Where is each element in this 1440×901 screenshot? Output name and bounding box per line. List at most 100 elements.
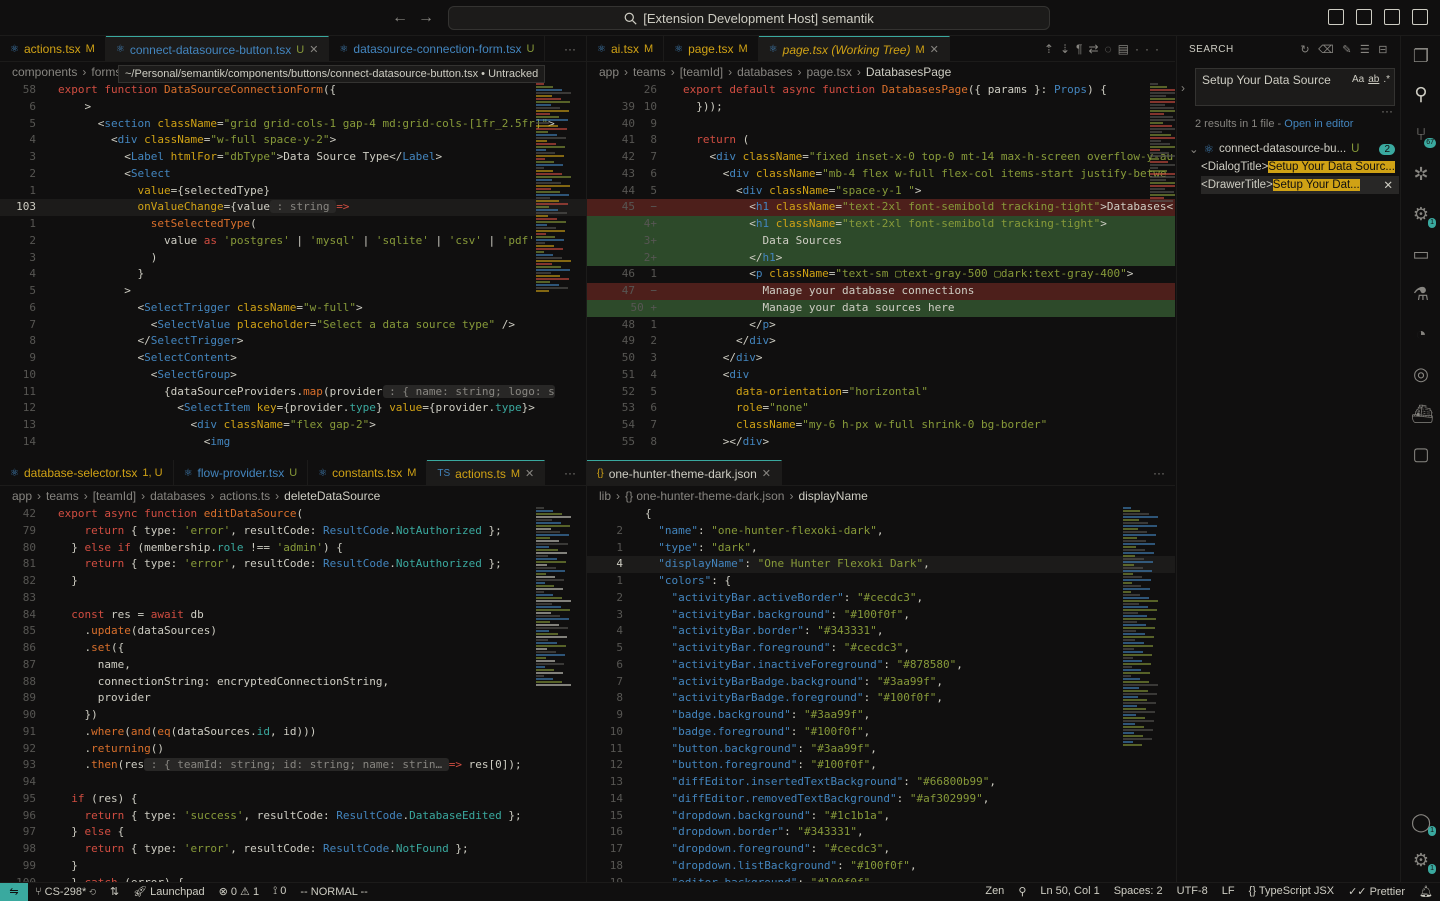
end-of-line[interactable]: LF [1215, 885, 1242, 898]
customize-layout-icon[interactable] [1412, 9, 1428, 25]
tab-constants[interactable]: ⚛ constants.tsx M [308, 460, 428, 485]
settings-gear-icon[interactable]: ⚙ 1 [1411, 850, 1436, 874]
code-line[interactable]: 14 "diffEditor.removedTextBackground": "… [587, 791, 1175, 808]
tab-datasource-connection-form[interactable]: ⚛ datasource-connection-form.tsx U [329, 36, 546, 61]
explorer-icon[interactable]: ❐ [1411, 46, 1431, 66]
breadcrumb-item[interactable]: forms [91, 65, 121, 79]
collapse-all-icon[interactable]: ⊟ [1378, 43, 1388, 56]
view-as-tree-icon[interactable]: ☰ [1360, 43, 1370, 56]
back-arrow-icon[interactable]: ← [390, 8, 410, 28]
code-line[interactable]: 19 "editor.background": "#100f0f", [587, 875, 1175, 883]
code-line[interactable]: 10 "badge.foreground": "#100f0f", [587, 724, 1175, 741]
command-center-search[interactable]: [Extension Development Host] semantik [448, 6, 1050, 30]
tab-actions-ts[interactable]: TS actions.ts M ✕ [427, 460, 546, 485]
new-search-editor-icon[interactable]: ✎ [1342, 43, 1352, 56]
code-line[interactable]: 40 9 [587, 116, 1175, 133]
comments-icon[interactable]: ▢ [1411, 444, 1431, 464]
diff-added-line[interactable]: 50 + Manage your data sources here [587, 299, 1175, 317]
remote-indicator-icon[interactable]: ⇋ [0, 882, 28, 901]
code-line[interactable]: 8 </SelectTrigger> [0, 333, 586, 350]
code-line[interactable]: 11 "button.background": "#3aa99f", [587, 741, 1175, 758]
code-line[interactable]: 3 "activityBar.background": "#100f0f", [587, 607, 1175, 624]
code-line[interactable]: 4 <div className="w-full space-y-2"> [0, 132, 586, 149]
code-line[interactable]: { [587, 506, 1175, 523]
close-icon[interactable]: ✕ [525, 467, 534, 480]
code-editor[interactable]: 42 export async function editDataSource(7… [0, 506, 586, 882]
tab-page-tsx-working-tree[interactable]: ⚛ page.tsx (Working Tree) M ✕ [758, 36, 950, 61]
minimap[interactable] [1123, 506, 1161, 882]
launchpad-button[interactable]: 🚀︎ Launchpad [126, 885, 211, 898]
breadcrumb-item[interactable]: databases [150, 489, 205, 503]
prettier-status[interactable]: ✓✓ Prettier [1341, 885, 1412, 898]
code-line[interactable]: 1 value={selectedType} [0, 183, 586, 200]
code-line[interactable]: 46 1 <p className="text-sm ▢text-gray-500… [587, 266, 1175, 283]
code-line[interactable]: 4 } [0, 266, 586, 283]
code-line[interactable]: 4 "activityBar.border": "#343331", [587, 623, 1175, 640]
code-line[interactable]: 81 return { type: 'error', resultCode: R… [0, 556, 586, 573]
forward-arrow-icon[interactable]: → [416, 8, 436, 28]
breadcrumb-item[interactable]: app [599, 65, 619, 79]
code-line[interactable]: 85 .update(dataSources) [0, 623, 586, 640]
code-line[interactable]: 1 "colors": { [587, 573, 1175, 590]
code-line[interactable]: 16 "dropdown.border": "#343331", [587, 824, 1175, 841]
encoding[interactable]: UTF-8 [1170, 885, 1215, 898]
code-line[interactable]: 9 <SelectContent> [0, 350, 586, 367]
breadcrumb-item[interactable]: lib [599, 489, 611, 503]
code-line[interactable]: 6 <SelectTrigger className="w-full"> [0, 300, 586, 317]
zoom-icon[interactable]: ⚲ [1011, 885, 1033, 898]
toggle-replace-chevron-icon[interactable]: › [1181, 81, 1185, 95]
code-line[interactable]: 51 4 <div [587, 367, 1175, 384]
code-editor[interactable]: {2 "name": "one-hunter-flexoki-dark", 1 "… [587, 506, 1175, 882]
search-input[interactable]: Setup Your Data Source Aa ab .* [1195, 68, 1395, 106]
more-actions-icon[interactable]: ··· [554, 460, 586, 485]
open-in-editor-link[interactable]: Open in editor [1284, 118, 1353, 130]
breadcrumb-item[interactable]: {} one-hunter-theme-dark.json [625, 489, 784, 503]
code-line[interactable]: 49 2 </div> [587, 333, 1175, 350]
code-editor[interactable]: 58 export function DataSourceConnectionFo… [0, 82, 586, 457]
breadcrumb-item[interactable]: displayName [798, 489, 867, 503]
match-whole-word-icon[interactable]: ab [1368, 72, 1379, 87]
diff-overview-ruler[interactable] [1150, 82, 1175, 457]
diff-removed-line[interactable]: 47− Manage your database connections [587, 283, 1175, 300]
minimap[interactable] [536, 82, 574, 457]
code-line[interactable]: 13 "diffEditor.insertedTextBackground": … [587, 774, 1175, 791]
code-line[interactable]: 12 "button.foreground": "#100f0f", [587, 757, 1175, 774]
code-line[interactable]: 89 provider [0, 690, 586, 707]
debug-icon[interactable]: ✲ [1411, 164, 1431, 184]
code-line[interactable]: 94 [0, 774, 586, 791]
code-line[interactable]: 18 "dropdown.listBackground": "#100f0f", [587, 858, 1175, 875]
code-line[interactable]: 83 [0, 590, 586, 607]
close-icon[interactable]: ✕ [930, 43, 939, 56]
code-line[interactable]: 5 "activityBar.foreground": "#cecdc3", [587, 640, 1175, 657]
code-line[interactable]: 3 <Label htmlFor="dbType">Data Source Ty… [0, 149, 586, 166]
code-line[interactable]: 103 onValueChange={value : string => [0, 199, 586, 216]
toggle-secondary-sidebar-icon[interactable] [1384, 9, 1400, 25]
language-mode[interactable]: {} TypeScript JSX [1242, 885, 1341, 898]
cursor-position[interactable]: Ln 50, Col 1 [1033, 885, 1106, 898]
tab-ai-tsx[interactable]: ⚛ ai.tsx M [587, 36, 665, 61]
code-line[interactable]: 100 } catch (error) { [0, 875, 586, 883]
diff-removed-line[interactable]: 45− <h1 className="text-2xl font-semibol… [587, 199, 1175, 216]
dismiss-result-icon[interactable]: ✕ [1383, 178, 1399, 192]
code-line[interactable]: 54 7 className="my-6 h-px w-full shrink-0… [587, 417, 1175, 434]
tab-actions-tsx[interactable]: ⚛ actions.tsx M [0, 36, 106, 61]
breadcrumb-item[interactable]: page.tsx [806, 65, 851, 79]
branch-indicator[interactable]: ⑂ CS-298* ⟲ [28, 886, 103, 898]
ports-indicator[interactable]: ⟟ 0 [266, 885, 293, 898]
diff-added-line[interactable]: 2+ </h1> [587, 249, 1175, 267]
code-line[interactable]: 91 .where(and(eq(dataSources.id, id))) [0, 724, 586, 741]
code-line[interactable]: 58 export function DataSourceConnectionFo… [0, 82, 586, 99]
code-line[interactable]: 43 6 <div className="mb-4 flex w-full fle… [587, 166, 1175, 183]
code-line[interactable]: 6 "activityBar.inactiveForeground": "#87… [587, 657, 1175, 674]
code-line[interactable]: 2 "activityBar.activeBorder": "#cecdc3", [587, 590, 1175, 607]
extensions-icon[interactable]: ⚙ 1 [1411, 204, 1436, 228]
code-line[interactable]: 2 value as 'postgres' | 'mysql' | 'sqlit… [0, 233, 586, 250]
clear-results-icon[interactable]: ⌫ [1318, 43, 1334, 56]
code-line[interactable]: 11 {dataSourceProviders.map(provider : {… [0, 384, 586, 401]
tab-connect-datasource-button[interactable]: ⚛ connect-datasource-button.tsx U ✕ [105, 36, 330, 61]
docker-icon[interactable]: ⛴ [1411, 404, 1434, 424]
breadcrumb-item[interactable]: DatabasesPage [866, 65, 951, 79]
git-sync-icon[interactable]: ⇅ [103, 885, 126, 898]
zen-mode-button[interactable]: Zen [978, 885, 1011, 898]
code-line[interactable]: 14 <img [0, 434, 586, 451]
